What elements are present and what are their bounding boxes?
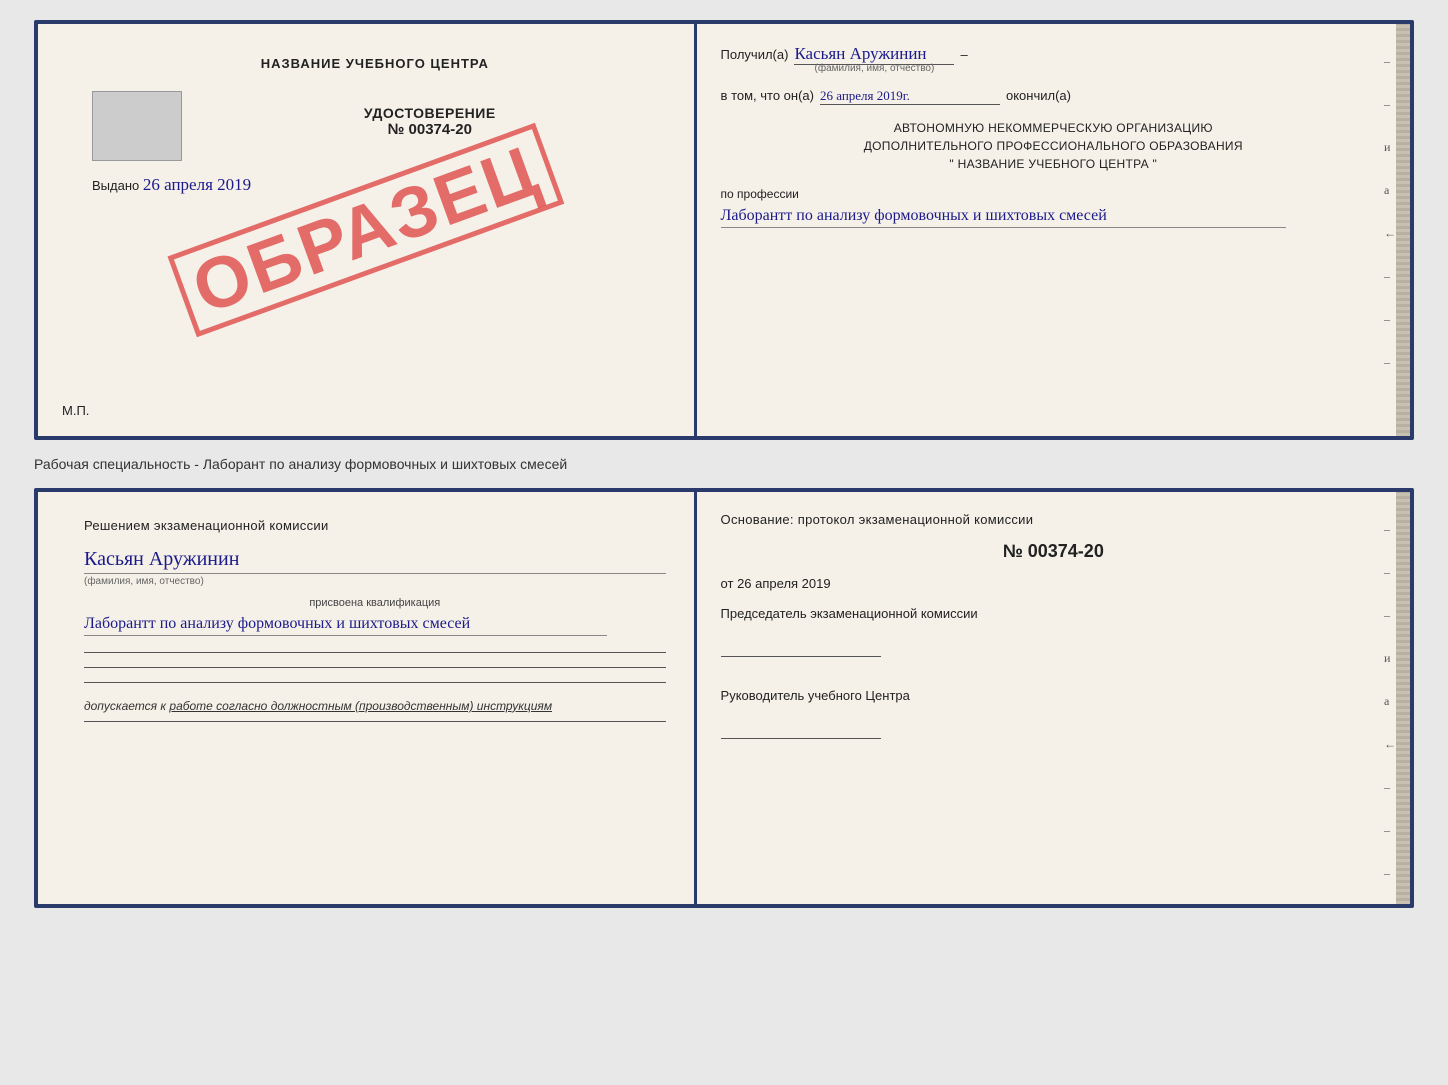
qual-number: № 00374-20 [721,541,1386,562]
cert-center-title: НАЗВАНИЕ УЧЕБНОГО ЦЕНТРА [261,56,489,71]
document-container: НАЗВАНИЕ УЧЕБНОГО ЦЕНТРА УДОСТОВЕРЕНИЕ №… [34,20,1414,908]
cert-profession-block: по профессии Лаборантт по анализу формов… [721,187,1386,228]
chairman-label: Председатель экзаменационной комиссии [721,605,1386,623]
qual-profession: Лаборантт по анализу формовочных и шихто… [84,613,607,636]
cert-vtom-row: в том, что он(а) 26 апреля 2019г. окончи… [721,88,1386,105]
ot-date: 26 апреля 2019 [737,576,831,591]
vtom-date: 26 апреля 2019г. [820,88,1000,105]
poluchil-name: Касьян Аружинин [794,44,954,65]
fio-label-top: (фамилия, имя, отчество) [815,63,935,74]
qualification-book: Решением экзаменационной комиссии Касьян… [34,488,1414,908]
qual-fio-label: (фамилия, имя, отчество) [84,576,666,587]
profession-text: Лаборантт по анализу формовочных и шихто… [721,205,1287,228]
profession-label: по профессии [721,187,1386,201]
rukovoditel-label: Руководитель учебного Центра [721,687,1386,705]
vydano-date: 26 апреля 2019 [143,175,251,194]
org-line3: " НАЗВАНИЕ УЧЕБНОГО ЦЕНТРА " [721,155,1386,173]
hr-line-3 [84,682,666,683]
okonchil-label: окончил(а) [1006,88,1071,103]
допускается-label: допускается к [84,699,166,713]
qual-title: Решением экзаменационной комиссии [84,516,666,536]
poluchil-label: Получил(a) [721,47,789,62]
certificate-book: НАЗВАНИЕ УЧЕБНОГО ЦЕНТРА УДОСТОВЕРЕНИЕ №… [34,20,1414,440]
ot-label: от [721,576,734,591]
cert-right-panel: Получил(a) Касьян Аружинин (фамилия, имя… [697,24,1410,436]
qual-right-panel: Основание: протокол экзаменационной коми… [697,492,1410,904]
qual-right-margin: – – – и а ← – – – [1384,522,1396,881]
org-line2: ДОПОЛНИТЕЛЬНОГО ПРОФЕССИОНАЛЬНОГО ОБРАЗО… [721,137,1386,155]
qual-left-panel: Решением экзаменационной комиссии Касьян… [38,492,697,904]
cert-org-text: АВТОНОМНУЮ НЕКОММЕРЧЕСКУЮ ОРГАНИЗАЦИЮ ДО… [721,119,1386,173]
qual-name: Касьян Аружинин [84,548,666,574]
udostoverenie-label: УДОСТОВЕРЕНИЕ [364,105,496,121]
assigned-label: присвоена квалификация [84,597,666,609]
допускается-text: работе согласно должностным (производств… [169,699,552,713]
допускается-block: допускается к работе согласно должностны… [84,699,666,713]
vtom-label: в том, что он(а) [721,88,814,103]
hr-line-2 [84,667,666,668]
hr-line-1 [84,652,666,653]
vydano-label: Выдано [92,178,139,193]
qual-spine-right [1396,492,1410,904]
rukovoditel-signature-line [721,719,881,739]
cert-mp: М.П. [62,403,89,418]
cert-poluchil-row: Получил(a) Касьян Аружинин (фамилия, имя… [721,44,1386,74]
cert-vydano: Выдано 26 апреля 2019 [92,175,251,195]
cert-left-panel: НАЗВАНИЕ УЧЕБНОГО ЦЕНТРА УДОСТОВЕРЕНИЕ №… [38,24,697,436]
right-margin-decoration: – – и а ← – – – [1384,54,1396,370]
cert-number: № 00374-20 [388,121,472,138]
cert-photo-placeholder [92,91,182,161]
osnovanie-label: Основание: протокол экзаменационной коми… [721,512,1386,527]
hr-line-4 [84,721,666,722]
qual-date-row: от 26 апреля 2019 [721,576,1386,591]
spine-right-decoration [1396,24,1410,436]
chairman-signature-line [721,637,881,657]
separator-text: Рабочая специальность - Лаборант по анал… [34,452,1414,476]
org-line1: АВТОНОМНУЮ НЕКОММЕРЧЕСКУЮ ОРГАНИЗАЦИЮ [721,119,1386,137]
